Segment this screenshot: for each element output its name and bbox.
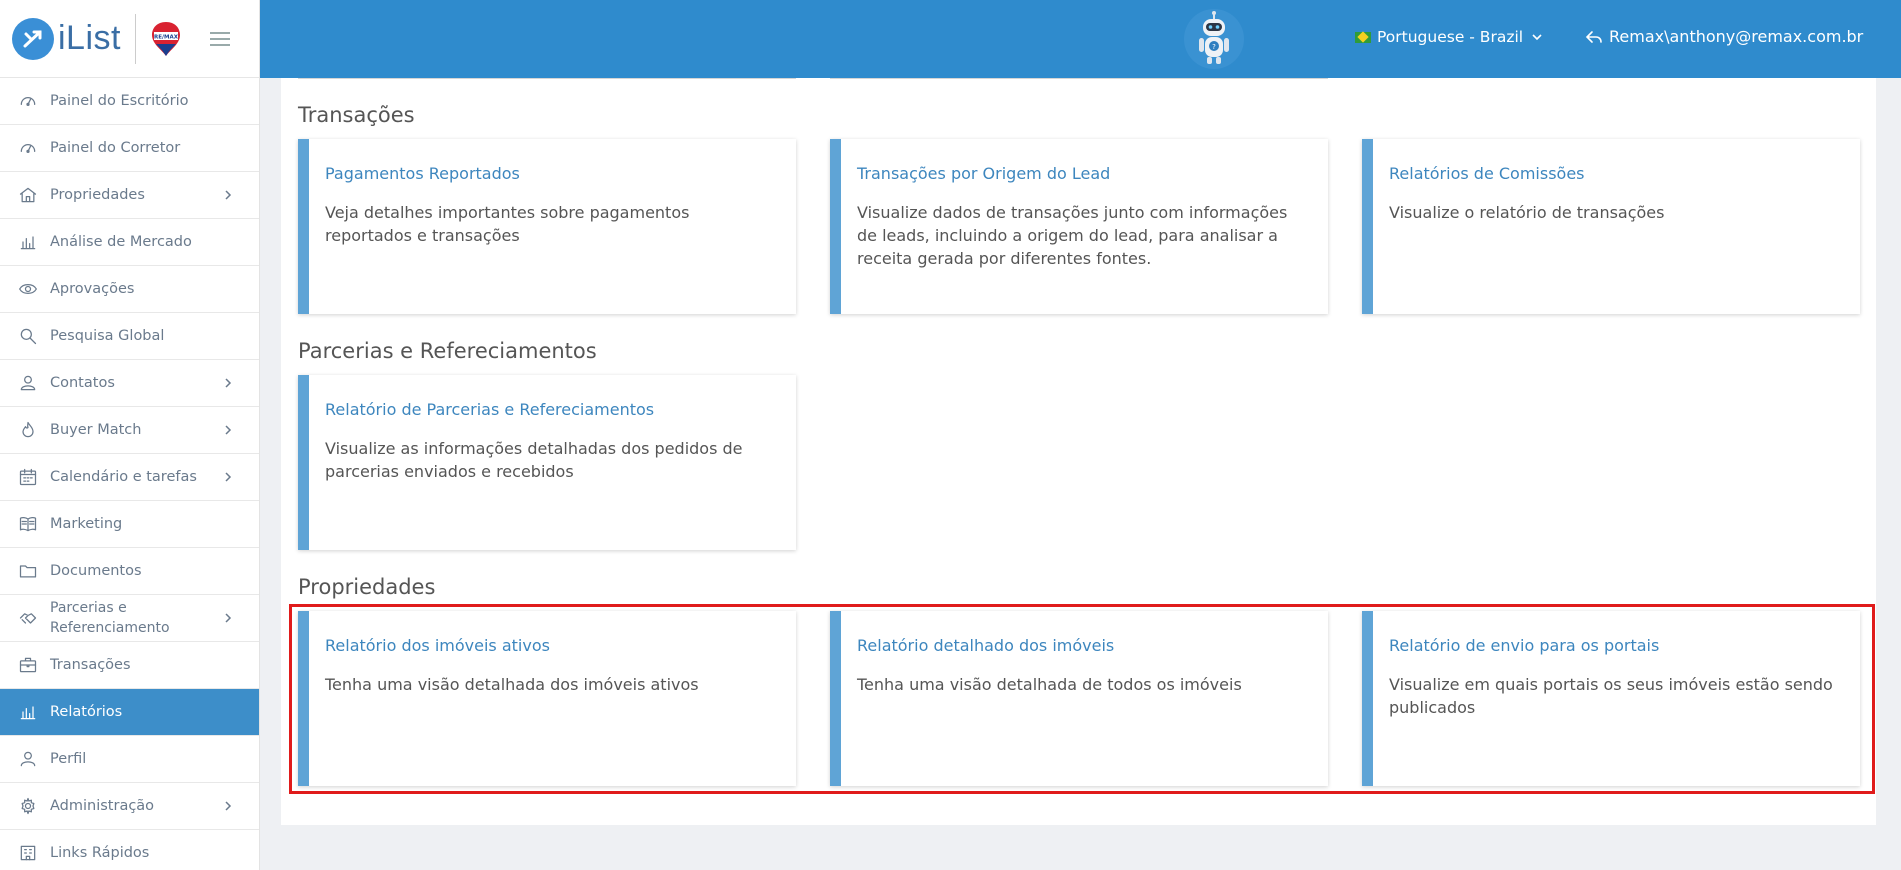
svg-text:RE/MAX: RE/MAX <box>154 34 179 40</box>
section-title-transacoes: Transações <box>298 103 415 127</box>
search-icon <box>16 324 40 348</box>
sidebar-item-label: Marketing <box>50 516 123 532</box>
sidebar-item-label: Pesquisa Global <box>50 328 165 344</box>
sidebar-item-10[interactable]: Documentos <box>0 548 259 595</box>
sidebar-nav: Painel do Escritório Painel do Corretor Pr… <box>0 78 259 870</box>
user-email: Remax\anthony@remax.com.br <box>1609 27 1864 46</box>
chevron-down-icon <box>1532 34 1542 41</box>
briefcase-icon <box>16 653 40 677</box>
sidebar-item-0[interactable]: Painel do Escritório <box>0 78 259 125</box>
reply-arrow-icon <box>1585 30 1602 43</box>
remax-balloon-icon: RE/MAX <box>151 21 180 56</box>
card-relatorios-comissoes[interactable]: Relatórios de Comissões Visualize o rela… <box>1362 139 1860 314</box>
bar-chart-icon <box>16 700 40 724</box>
card-title[interactable]: Pagamentos Reportados <box>325 164 780 183</box>
sidebar-item-12[interactable]: Transações <box>0 642 259 689</box>
card-desc: Visualize as informações detalhadas dos … <box>325 439 743 481</box>
sidebar-item-label: Relatórios <box>50 704 123 720</box>
sidebar-item-label: Buyer Match <box>50 422 142 438</box>
sidebar-item-9[interactable]: Marketing <box>0 501 259 548</box>
card-title[interactable]: Relatório de Parcerias e Refereciamentos <box>325 400 780 419</box>
bar-chart-icon <box>16 230 40 254</box>
sidebar: iList RE/MAX Painel do Escritório Painel … <box>0 0 260 870</box>
sidebar-item-8[interactable]: Calendário e tarefas <box>0 454 259 501</box>
svg-text:?: ? <box>1212 43 1216 51</box>
assistant-robot-icon[interactable]: ? <box>1183 8 1245 70</box>
card-desc: Visualize o relatório de transações <box>1389 203 1665 222</box>
building-icon <box>16 841 40 865</box>
brand-bar: iList RE/MAX <box>0 0 259 78</box>
card-desc: Visualize dados de transações junto com … <box>857 203 1288 268</box>
home-icon <box>16 183 40 207</box>
sidebar-item-13[interactable]: Relatórios <box>0 689 259 736</box>
sidebar-item-label: Perfil <box>50 751 87 767</box>
highlight-box <box>289 604 1875 794</box>
sidebar-item-3[interactable]: Análise de Mercado <box>0 219 259 266</box>
sidebar-item-label: Aprovações <box>50 281 135 297</box>
chevron-right-icon <box>221 611 235 625</box>
card-title[interactable]: Transações por Origem do Lead <box>857 164 1312 183</box>
menu-toggle-icon[interactable] <box>209 28 230 50</box>
card-shadow-stub <box>830 78 1328 79</box>
logo-text: iList <box>58 19 121 57</box>
sidebar-item-4[interactable]: Aprovações <box>0 266 259 313</box>
sidebar-item-11[interactable]: Parcerias e Referenciamento <box>0 595 259 642</box>
card-relatorio-parcerias[interactable]: Relatório de Parcerias e Refereciamentos… <box>298 375 796 550</box>
sidebar-item-label: Propriedades <box>50 187 145 203</box>
calendar-icon <box>16 465 40 489</box>
sidebar-item-15[interactable]: Administração <box>0 783 259 830</box>
sidebar-item-label: Parcerias e Referenciamento <box>50 600 170 636</box>
card-pagamentos-reportados[interactable]: Pagamentos Reportados Veja detalhes impo… <box>298 139 796 314</box>
brand-divider <box>134 13 136 64</box>
sidebar-item-label: Documentos <box>50 563 142 579</box>
handshake-icon <box>16 606 40 630</box>
ilist-logo-icon[interactable] <box>12 17 54 60</box>
gauge-icon <box>16 89 40 113</box>
sidebar-item-label: Contatos <box>50 375 115 391</box>
card-title[interactable]: Relatórios de Comissões <box>1389 164 1844 183</box>
sidebar-item-label: Links Rápidos <box>50 845 150 861</box>
sidebar-item-label: Análise de Mercado <box>50 234 192 250</box>
sidebar-item-14[interactable]: Perfil <box>0 736 259 783</box>
fire-icon <box>16 418 40 442</box>
sidebar-item-6[interactable]: Contatos <box>0 360 259 407</box>
section-title-propriedades: Propriedades <box>298 575 436 599</box>
user-icon <box>16 747 40 771</box>
sidebar-item-1[interactable]: Painel do Corretor <box>0 125 259 172</box>
card-shadow-stub <box>298 78 796 79</box>
language-label: Portuguese - Brazil <box>1377 28 1524 46</box>
sidebar-item-16[interactable]: Links Rápidos <box>0 830 259 870</box>
gear-icon <box>16 794 40 818</box>
eye-icon <box>16 277 40 301</box>
card-desc: Veja detalhes importantes sobre pagament… <box>325 203 690 245</box>
chevron-right-icon <box>221 470 235 484</box>
card-transacoes-origem-lead[interactable]: Transações por Origem do Lead Visualize … <box>830 139 1328 314</box>
section-title-parcerias: Parcerias e Refereciamentos <box>298 339 597 363</box>
user-menu[interactable]: Remax\anthony@remax.com.br <box>1585 27 1863 46</box>
brazil-flag-icon <box>1355 31 1371 43</box>
topbar: ? Portuguese - Brazil Remax\anthony@rema… <box>260 0 1901 78</box>
contacts-icon <box>16 371 40 395</box>
chevron-right-icon <box>221 188 235 202</box>
chevron-right-icon <box>221 423 235 437</box>
sidebar-item-2[interactable]: Propriedades <box>0 172 259 219</box>
gauge-icon <box>16 136 40 160</box>
sidebar-item-label: Calendário e tarefas <box>50 469 197 485</box>
sidebar-item-label: Administração <box>50 798 155 814</box>
sidebar-item-label: Painel do Escritório <box>50 93 189 109</box>
chevron-right-icon <box>221 799 235 813</box>
chevron-right-icon <box>221 376 235 390</box>
sidebar-item-label: Transações <box>50 657 131 673</box>
language-selector[interactable]: Portuguese - Brazil <box>1355 28 1545 46</box>
sidebar-item-5[interactable]: Pesquisa Global <box>0 313 259 360</box>
book-icon <box>16 512 40 536</box>
sidebar-item-7[interactable]: Buyer Match <box>0 407 259 454</box>
sidebar-item-label: Painel do Corretor <box>50 140 181 156</box>
folder-icon <box>16 559 40 583</box>
